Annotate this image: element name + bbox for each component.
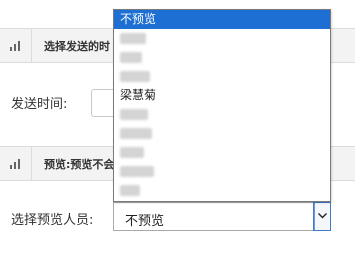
dropdown-option-redacted[interactable]	[114, 29, 330, 48]
dropdown-option-redacted[interactable]	[114, 181, 330, 200]
dropdown-option-redacted[interactable]	[114, 143, 330, 162]
redacted-text	[120, 166, 154, 177]
dropdown-option-redacted[interactable]	[114, 124, 330, 143]
dropdown-option-redacted[interactable]	[114, 105, 330, 124]
redacted-text	[120, 185, 140, 196]
select-current-value: 不预览	[125, 214, 165, 229]
redacted-text	[120, 71, 150, 82]
dropdown-option-redacted[interactable]	[114, 67, 330, 86]
header-divider	[31, 29, 32, 62]
section-title: 选择发送的时	[44, 40, 110, 53]
redacted-text	[120, 109, 148, 120]
signal-bars-icon	[10, 41, 20, 51]
signal-bars-icon	[10, 159, 20, 169]
section-title: 预览:预览不会	[44, 158, 115, 171]
dropdown-toggle-button[interactable]	[313, 202, 331, 231]
preview-person-select[interactable]: 不预览	[113, 202, 331, 231]
dropdown-option-redacted[interactable]	[114, 48, 330, 67]
preview-person-dropdown-list[interactable]: 不预览 梁慧菊	[113, 9, 331, 202]
chevron-down-icon	[318, 213, 327, 219]
redacted-text	[120, 128, 152, 139]
redacted-text	[120, 33, 146, 44]
dropdown-option-redacted[interactable]	[114, 162, 330, 181]
redacted-text	[120, 147, 144, 158]
dropdown-option[interactable]: 不预览	[114, 10, 330, 29]
send-time-label: 发送时间:	[11, 97, 68, 112]
redacted-text	[120, 52, 142, 63]
dropdown-option[interactable]: 梁慧菊	[114, 86, 330, 105]
header-divider	[31, 147, 32, 180]
form-page: 选择发送的时 发送时间: 预览:预览不会 选择预览人员: 不预览 不预览 梁慧菊	[0, 0, 355, 261]
preview-person-label: 选择预览人员:	[11, 213, 94, 228]
send-time-input[interactable]	[91, 89, 115, 117]
